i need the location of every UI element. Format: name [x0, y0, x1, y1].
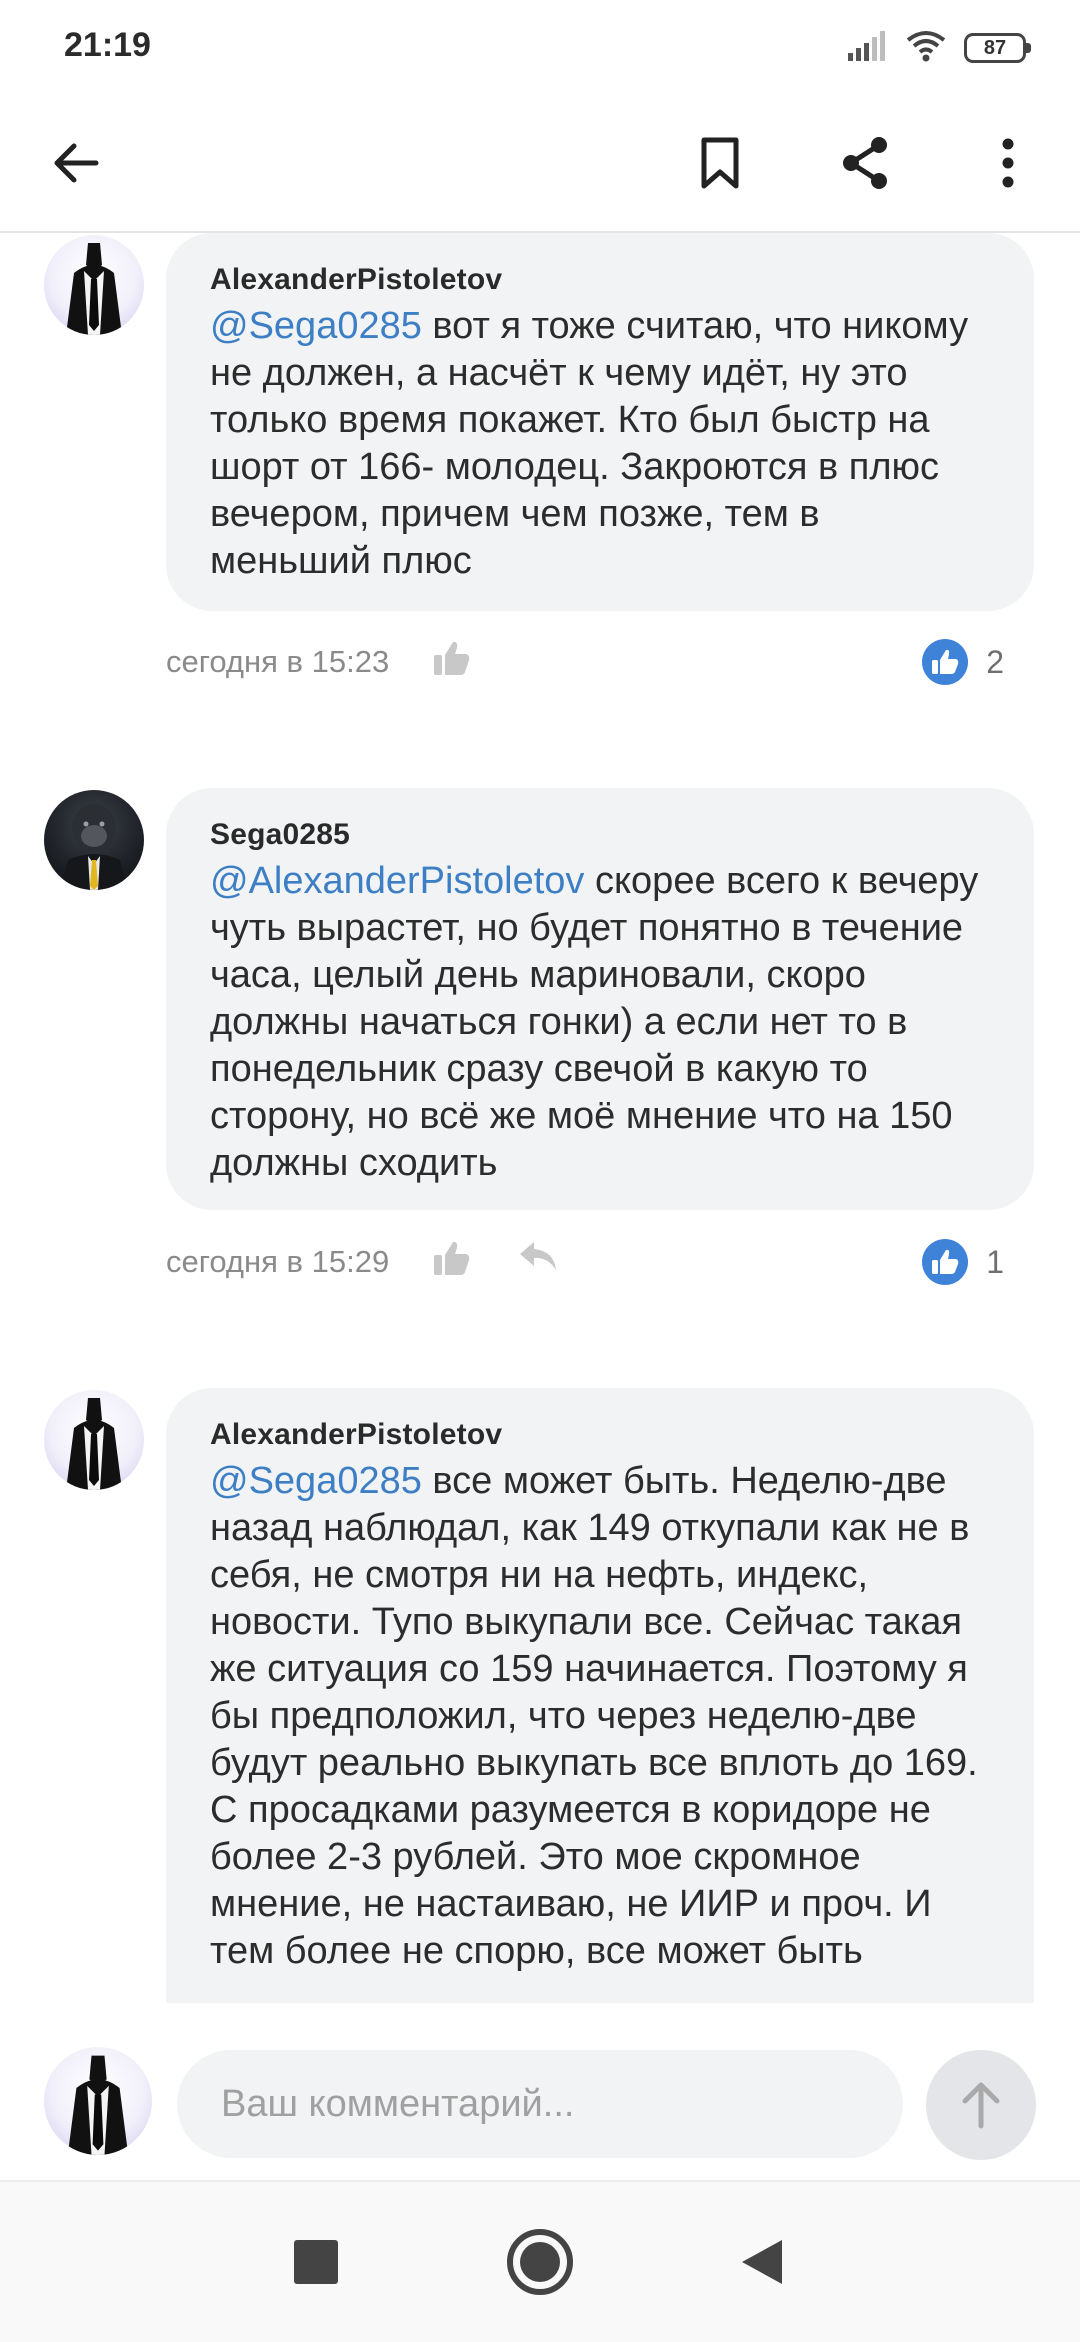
wifi-icon — [906, 30, 946, 67]
back-button[interactable] — [38, 125, 114, 201]
current-user-avatar — [44, 2047, 152, 2155]
comment-text: @Sega0285 вот я тоже считаю, что никому … — [210, 303, 990, 585]
mention-link[interactable]: @Sega0285 — [210, 1460, 422, 1502]
suit-avatar-icon — [66, 243, 122, 335]
likes-counter[interactable]: 1 — [922, 1238, 1004, 1286]
square-icon — [294, 2240, 338, 2284]
share-icon — [843, 137, 887, 189]
comment-author[interactable]: Sega0285 — [210, 818, 990, 852]
suit-avatar-icon — [66, 1398, 122, 1490]
comment-text: @Sega0285 все может быть. Неделю-две наз… — [210, 1458, 990, 1975]
comment-input[interactable] — [177, 2050, 903, 2158]
send-button[interactable] — [926, 2050, 1036, 2160]
gorilla-avatar-icon — [60, 804, 128, 890]
comments-feed[interactable]: AlexanderPistoletov @Sega0285 вот я тоже… — [0, 233, 1080, 2003]
status-icons: 87 — [848, 28, 1031, 68]
system-nav-bar — [0, 2180, 1080, 2342]
bookmark-icon — [701, 137, 739, 189]
comment-composer — [0, 2005, 1080, 2180]
suit-avatar-icon — [67, 2055, 129, 2155]
like-button[interactable] — [432, 1238, 476, 1282]
top-app-bar — [0, 95, 1080, 233]
mention-link[interactable]: @Sega0285 — [210, 305, 422, 347]
share-button[interactable] — [827, 125, 903, 201]
like-button[interactable] — [432, 638, 476, 682]
comment-bubble[interactable]: AlexanderPistoletov @Sega0285 вот я тоже… — [166, 233, 1034, 611]
arrow-left-icon — [54, 143, 99, 183]
avatar[interactable] — [44, 1390, 144, 1490]
comment-author[interactable]: AlexanderPistoletov — [210, 1418, 990, 1452]
status-time: 21:19 — [64, 26, 151, 64]
likes-count: 2 — [986, 643, 1004, 680]
recents-button[interactable] — [274, 2220, 358, 2304]
more-options-button[interactable] — [970, 125, 1046, 201]
avatar[interactable] — [44, 235, 144, 335]
status-bar: 21:19 87 — [0, 0, 1080, 95]
arrow-up-icon — [962, 2082, 1000, 2129]
home-button[interactable] — [498, 2220, 582, 2304]
thumbs-up-icon — [434, 641, 470, 675]
comment-bubble[interactable]: AlexanderPistoletov @Sega0285 все может … — [166, 1388, 1034, 2003]
thumbs-up-icon — [434, 1241, 470, 1275]
likes-counter[interactable]: 2 — [922, 638, 1004, 686]
avatar[interactable] — [44, 790, 144, 890]
back-nav-button[interactable] — [720, 2220, 804, 2304]
triangle-back-icon — [742, 2240, 782, 2284]
like-badge-icon — [922, 639, 969, 685]
bookmark-button[interactable] — [682, 125, 758, 201]
comment-meta: сегодня в 15:29 1 — [166, 1238, 1034, 1288]
comment-body: все может быть. Неделю-две назад наблюда… — [210, 1460, 978, 1972]
more-vertical-icon — [1002, 138, 1014, 188]
comment-bubble[interactable]: Sega0285 @AlexanderPistoletov скорее все… — [166, 788, 1034, 1210]
circle-icon — [507, 2229, 573, 2295]
comment-body: скорее всего к вечеру чуть вырастет, но … — [210, 860, 979, 1184]
comment-time: сегодня в 15:23 — [166, 644, 390, 679]
reply-icon — [520, 1242, 556, 1270]
comment-author[interactable]: AlexanderPistoletov — [210, 263, 990, 297]
signal-icon — [848, 30, 888, 66]
comment-time: сегодня в 15:29 — [166, 1244, 390, 1279]
reply-button[interactable] — [518, 1238, 562, 1282]
comment-meta: сегодня в 15:23 2 — [166, 638, 1034, 688]
likes-count: 1 — [986, 1243, 1004, 1280]
battery-icon: 87 — [964, 33, 1031, 63]
mention-link[interactable]: @AlexanderPistoletov — [210, 860, 584, 902]
comment-text: @AlexanderPistoletov скорее всего к вече… — [210, 858, 990, 1187]
like-badge-icon — [922, 1239, 969, 1285]
